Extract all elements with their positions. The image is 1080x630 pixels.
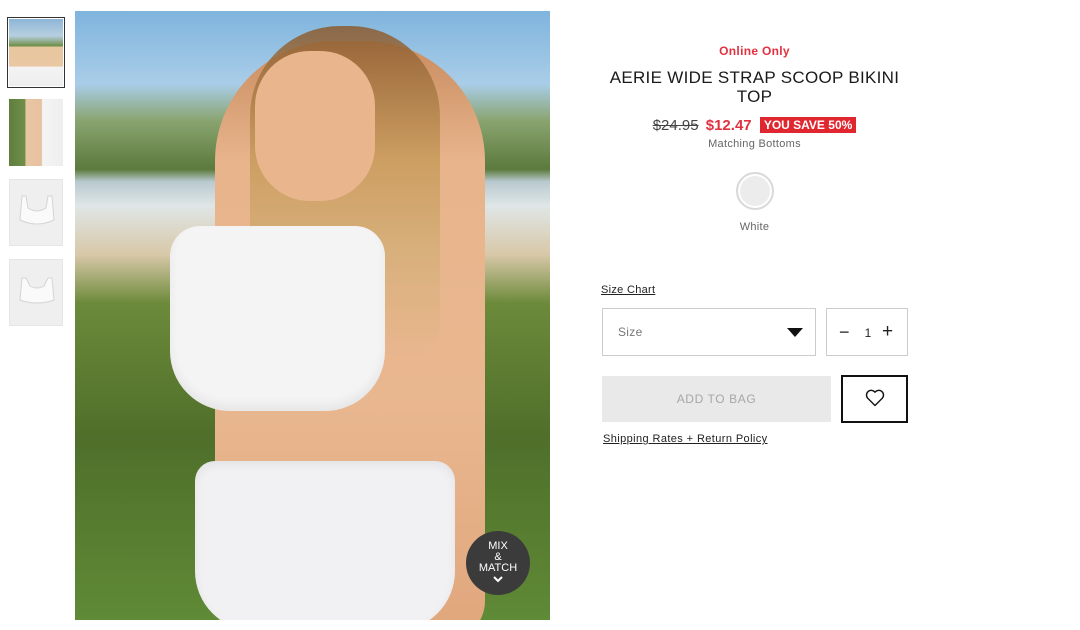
chevron-down-icon (466, 575, 530, 586)
size-placeholder: Size (618, 325, 643, 339)
price-row: $24.95 $12.47 YOU SAVE 50% (601, 117, 908, 137)
thumbnail-model-side[interactable] (9, 99, 63, 166)
size-dropdown[interactable]: Size (602, 308, 816, 356)
bikini-top-icon (19, 195, 55, 225)
mix-match-line3: MATCH (478, 562, 518, 574)
color-swatch-white[interactable] (735, 172, 774, 210)
quantity-value: 1 (864, 326, 872, 340)
product-title: AERIE WIDE STRAP SCOOP BIKINI TOP (609, 68, 900, 106)
caret-down-icon (787, 328, 803, 337)
matching-bottoms-link[interactable]: Matching Bottoms (601, 138, 908, 150)
color-name: White (739, 221, 770, 233)
online-only-label: Online Only (719, 44, 790, 58)
heart-icon (865, 389, 885, 407)
decrement-button[interactable]: − (839, 323, 850, 341)
original-price: $24.95 (652, 117, 699, 134)
wishlist-button[interactable] (841, 375, 908, 423)
increment-button[interactable]: + (882, 322, 893, 341)
thumbnail-product-back[interactable] (9, 259, 63, 326)
savings-badge: YOU SAVE 50% (759, 117, 857, 133)
sale-price: $12.47 (705, 117, 752, 134)
main-product-image[interactable]: MIX & MATCH (75, 11, 550, 620)
thumbnail-list (7, 17, 65, 339)
bikini-top-garment (170, 226, 385, 411)
add-to-bag-button[interactable]: ADD TO BAG (602, 376, 831, 422)
shipping-returns-link[interactable]: Shipping Rates + Return Policy (603, 433, 768, 445)
thumbnail-model-front[interactable] (7, 17, 65, 88)
size-chart-link[interactable]: Size Chart (601, 284, 655, 296)
quantity-stepper: − 1 + (826, 308, 908, 356)
bikini-top-back-icon (19, 277, 55, 304)
thumbnail-product-front[interactable] (9, 179, 63, 246)
product-info: Online Only AERIE WIDE STRAP SCOOP BIKIN… (601, 44, 908, 233)
model-face (255, 51, 375, 201)
mix-match-button[interactable]: MIX & MATCH (466, 531, 530, 595)
bikini-bottom-garment (195, 461, 455, 620)
